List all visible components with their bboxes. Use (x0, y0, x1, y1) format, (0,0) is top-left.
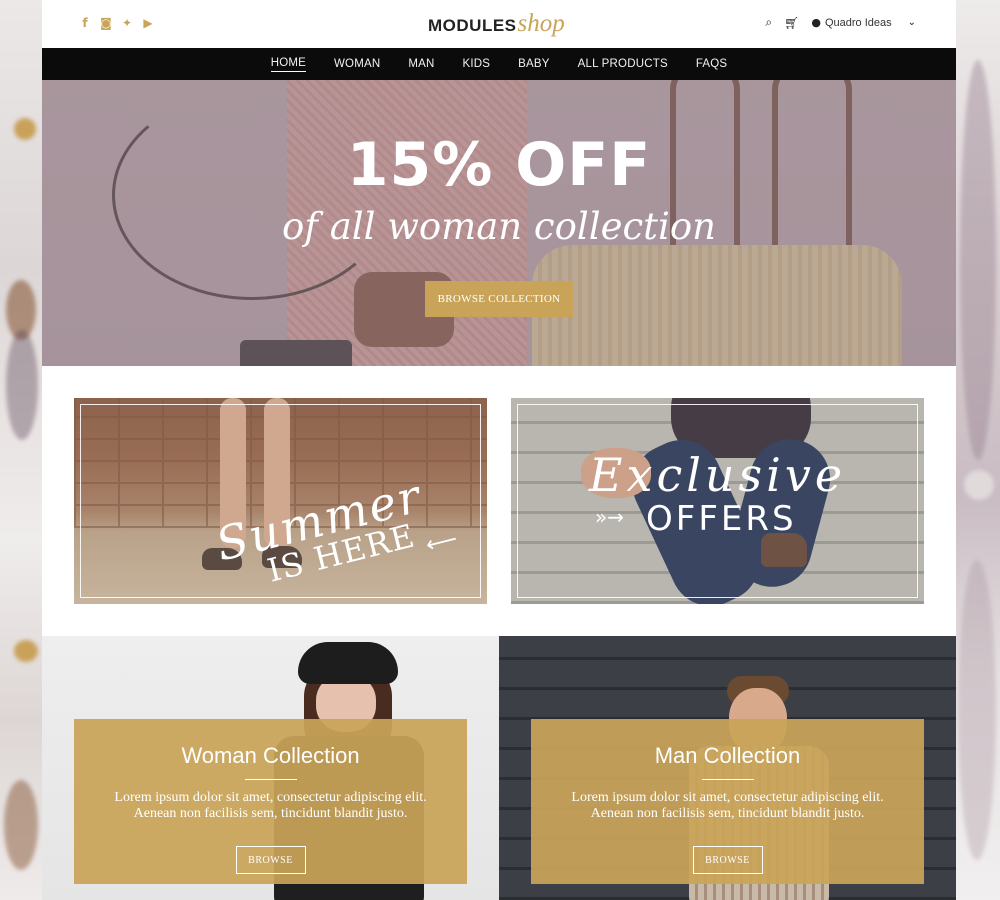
man-collection[interactable]: Man Collection Lorem ipsum dolor sit ame… (499, 636, 956, 900)
collection-description: Aenean non facilisis sem, tincidunt blan… (133, 806, 408, 821)
collection-title: Man Collection (654, 743, 801, 768)
cart-icon[interactable]: 🛒︎ (784, 16, 799, 30)
model-hat (298, 642, 398, 684)
top-header: f ◙ ✦ ▶ MODULES shop ⌕ 🛒︎ ● Quadro Ideas… (42, 0, 956, 48)
promo-exclusive-script: Exclusive (588, 448, 847, 502)
background-left (0, 0, 42, 900)
header-tools: ⌕ 🛒︎ ● Quadro Ideas ⌄ (765, 15, 916, 30)
browse-collection-button[interactable]: BROWSE COLLECTION (425, 281, 573, 317)
hero-subtitle: of all woman collection (282, 205, 716, 248)
logo-secondary: shop (517, 10, 565, 37)
promo-summer[interactable]: Summer IS HERE ⟵ (74, 398, 487, 604)
promo-exclusive[interactable]: Exclusive »→ OFFERS (511, 398, 924, 604)
logo-primary: MODULES (428, 16, 517, 35)
page: f ◙ ✦ ▶ MODULES shop ⌕ 🛒︎ ● Quadro Ideas… (42, 0, 956, 900)
man-collection-card: Man Collection Lorem ipsum dolor sit ame… (531, 719, 924, 884)
collection-description: Lorem ipsum dolor sit amet, consectetur … (114, 790, 427, 805)
browse-man-button[interactable]: BROWSE (692, 846, 763, 874)
nav-item-baby[interactable]: BABY (504, 58, 563, 70)
divider (244, 779, 297, 780)
nav-item-kids[interactable]: KIDS (449, 58, 505, 70)
arrow-right-icon: »→ (595, 505, 624, 529)
user-icon: ● (811, 16, 821, 29)
collection-description: Aenean non facilisis sem, tincidunt blan… (590, 806, 865, 821)
promo-exclusive-line: OFFERS (646, 499, 797, 539)
facebook-icon[interactable]: f (79, 16, 91, 30)
nav-item-home[interactable]: HOME (270, 57, 306, 72)
instagram-icon[interactable]: ◙ (100, 16, 112, 30)
main-nav: HOME WOMAN MAN KIDS BABY ALL PRODUCTS FA… (42, 48, 956, 80)
youtube-icon[interactable]: ▶ (142, 16, 154, 30)
user-menu[interactable]: ● Quadro Ideas ⌄ (811, 16, 916, 29)
site-logo[interactable]: MODULES shop (428, 10, 565, 38)
hero-banner: 15% OFF of all woman collection BROWSE C… (42, 80, 956, 366)
search-icon[interactable]: ⌕ (765, 15, 772, 30)
background-right (956, 0, 1000, 900)
collection-description: Lorem ipsum dolor sit amet, consectetur … (571, 790, 884, 805)
nav-item-woman[interactable]: WOMAN (320, 58, 394, 70)
woman-collection-card: Woman Collection Lorem ipsum dolor sit a… (74, 719, 467, 884)
chevron-down-icon[interactable]: ⌄ (908, 17, 916, 28)
hero-title: 15% OFF (346, 130, 652, 200)
nav-item-man[interactable]: MAN (394, 58, 448, 70)
browse-woman-button[interactable]: BROWSE (235, 846, 306, 874)
twitter-icon[interactable]: ✦ (121, 16, 133, 30)
social-links: f ◙ ✦ ▶ (79, 16, 154, 30)
user-name: Quadro Ideas (824, 16, 892, 29)
nav-item-all-products[interactable]: ALL PRODUCTS (564, 58, 682, 70)
woman-collection[interactable]: Woman Collection Lorem ipsum dolor sit a… (42, 636, 499, 900)
divider (701, 779, 754, 780)
nav-item-faqs[interactable]: FAQS (682, 58, 741, 70)
collection-title: Woman Collection (181, 743, 360, 768)
